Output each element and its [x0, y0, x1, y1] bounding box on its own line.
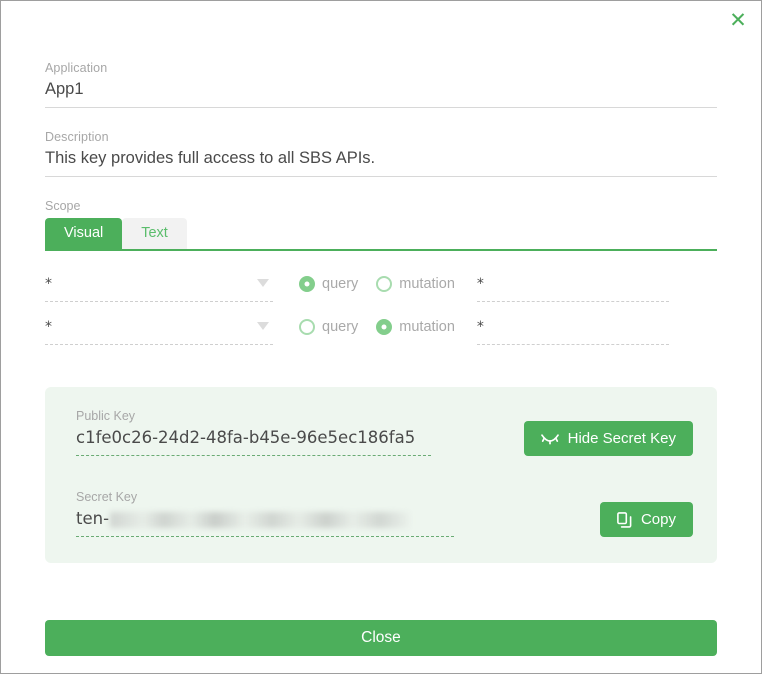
- api-key-dialog: ✕ Application App1 Description This key …: [0, 0, 762, 674]
- scope-field-input[interactable]: *: [476, 318, 669, 345]
- public-key-row: Public Key c1fe0c26-24d2-48fa-b45e-96e5e…: [76, 409, 693, 456]
- radio-mutation-label: mutation: [399, 276, 455, 292]
- dialog-body: Application App1 Description This key pr…: [1, 1, 761, 673]
- secret-key-label: Secret Key: [76, 490, 138, 504]
- radio-mutation[interactable]: mutation: [376, 276, 455, 292]
- hide-secret-key-label: Hide Secret Key: [567, 430, 676, 447]
- scope-field-input[interactable]: *: [476, 275, 669, 302]
- hide-secret-key-button[interactable]: Hide Secret Key: [523, 421, 693, 456]
- secret-key-prefix: ten-: [76, 509, 110, 528]
- copy-button[interactable]: Copy: [599, 502, 693, 537]
- eye-slash-icon: [540, 432, 559, 445]
- public-key-label: Public Key: [76, 409, 136, 423]
- secret-key-mask: [110, 511, 411, 528]
- keys-panel: Public Key c1fe0c26-24d2-48fa-b45e-96e5e…: [45, 387, 717, 563]
- scope-type-select[interactable]: *: [45, 275, 273, 302]
- scope-operation-group: query mutation: [299, 275, 455, 292]
- close-button[interactable]: Close: [45, 620, 717, 656]
- copy-label: Copy: [640, 511, 676, 528]
- secret-key-row: Secret Key ten- Copy: [76, 490, 693, 537]
- scope-section: Scope Visual Text * query mutation * * q…: [45, 199, 717, 361]
- radio-query-label: query: [322, 276, 359, 292]
- secret-key-value[interactable]: ten-: [76, 507, 454, 537]
- radio-query-label: query: [322, 319, 359, 335]
- radio-indicator: [376, 276, 393, 292]
- radio-query[interactable]: query: [299, 276, 358, 292]
- scope-field-value: *: [476, 319, 484, 335]
- public-key-group: Public Key c1fe0c26-24d2-48fa-b45e-96e5e…: [76, 409, 524, 456]
- application-input[interactable]: App1: [45, 78, 717, 108]
- radio-mutation[interactable]: mutation: [376, 319, 455, 335]
- secret-key-group: Secret Key ten-: [76, 490, 600, 537]
- scope-type-select[interactable]: *: [45, 318, 273, 345]
- application-label: Application: [45, 61, 108, 75]
- radio-indicator: [376, 319, 393, 335]
- scope-field-value: *: [476, 276, 484, 292]
- scope-type-value: *: [45, 276, 52, 292]
- scope-rows: * query mutation * * query mutation *: [45, 275, 717, 361]
- scope-type-value: *: [45, 319, 52, 335]
- description-input[interactable]: This key provides full access to all SBS…: [45, 147, 717, 177]
- public-key-value[interactable]: c1fe0c26-24d2-48fa-b45e-96e5ec186fa5: [76, 426, 431, 456]
- radio-mutation-label: mutation: [399, 319, 455, 335]
- chevron-down-icon: [257, 279, 269, 287]
- application-field-group: Application App1: [45, 61, 717, 108]
- tab-text[interactable]: Text: [122, 218, 187, 249]
- radio-indicator: [299, 319, 315, 335]
- copy-icon: [617, 511, 632, 528]
- chevron-down-icon: [257, 322, 269, 330]
- radio-indicator: [299, 276, 315, 292]
- radio-query[interactable]: query: [299, 319, 358, 335]
- scope-row: * query mutation *: [45, 318, 717, 361]
- scope-label: Scope: [45, 199, 81, 213]
- scope-operation-group: query mutation: [299, 318, 455, 335]
- tab-visual[interactable]: Visual: [45, 218, 123, 249]
- description-field-group: Description This key provides full acces…: [45, 130, 717, 177]
- description-label: Description: [45, 130, 109, 144]
- scope-tabs: Visual Text: [45, 218, 717, 251]
- scope-row: * query mutation *: [45, 275, 717, 318]
